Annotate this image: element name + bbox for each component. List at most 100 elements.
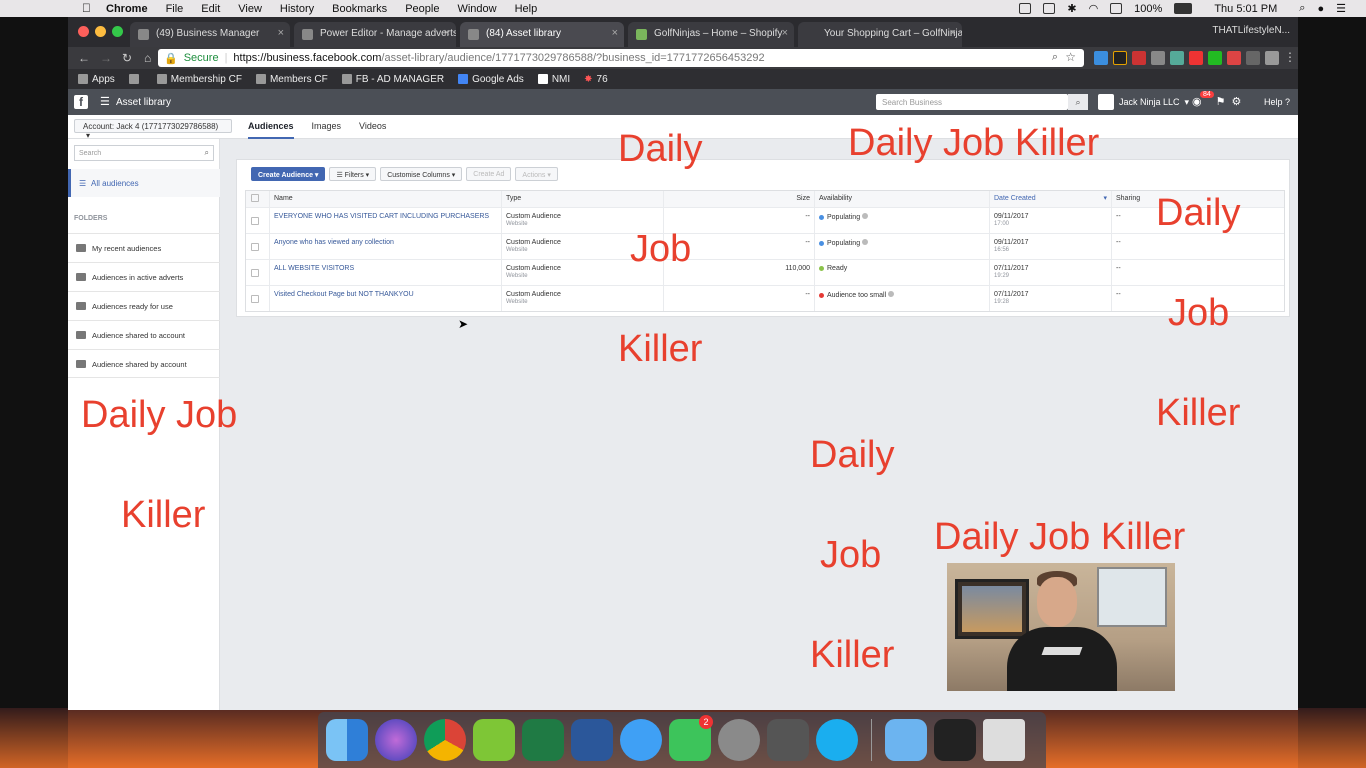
folder-recent-audiences[interactable]: My recent audiences xyxy=(68,233,220,262)
trash-icon[interactable] xyxy=(983,719,1025,761)
create-audience-button[interactable]: Create Audience ▾ xyxy=(251,167,326,181)
spotlight-icon[interactable]: ⌕ xyxy=(1299,2,1305,15)
help-link[interactable]: Help ? xyxy=(1264,97,1290,107)
audience-name-link[interactable]: ALL WEBSITE VISITORS xyxy=(274,265,354,272)
camtasia-icon[interactable] xyxy=(473,719,515,761)
extension-icon[interactable] xyxy=(1246,51,1260,65)
chrome-icon[interactable] xyxy=(424,719,466,761)
folder-ready-for-use[interactable]: Audiences ready for use xyxy=(68,291,220,320)
minimize-window-button[interactable] xyxy=(95,26,106,37)
tab-audiences[interactable]: Audiences xyxy=(248,121,294,139)
menu-edit[interactable]: Edit xyxy=(201,3,220,15)
close-icon[interactable]: × xyxy=(782,27,788,39)
menu-view[interactable]: View xyxy=(238,3,262,15)
globe-icon[interactable]: ◉ 84 xyxy=(1192,91,1214,108)
tab-images[interactable]: Images xyxy=(312,121,342,139)
account-switcher[interactable]: Jack Ninja LLC ▾ xyxy=(1098,94,1189,110)
bookmark-76[interactable]: ✸ 76 xyxy=(584,74,608,85)
reload-icon[interactable]: ↻ xyxy=(122,51,134,65)
word-icon[interactable] xyxy=(571,719,613,761)
extension-icon[interactable] xyxy=(1094,51,1108,65)
extension-icon[interactable] xyxy=(1113,51,1127,65)
bookmark-members-cf[interactable]: Members CF xyxy=(255,74,328,85)
menu-file[interactable]: File xyxy=(166,3,184,15)
star-icon[interactable]: ☆ xyxy=(1065,50,1076,64)
bookmark-folder[interactable] xyxy=(128,73,143,85)
system-preferences-icon[interactable] xyxy=(718,719,760,761)
siri-icon[interactable] xyxy=(375,719,417,761)
siri-icon[interactable]: ● xyxy=(1317,3,1324,15)
tab-shopping-cart[interactable]: Your Shopping Cart – GolfNinjas × xyxy=(798,22,962,47)
bookmark-fb-ad-manager[interactable]: FB - AD MANAGER xyxy=(341,74,444,85)
url-input[interactable]: 🔒 Secure | https://business.facebook.com… xyxy=(158,49,1084,67)
back-icon[interactable]: ← xyxy=(78,51,90,65)
airplay-icon[interactable] xyxy=(1110,3,1123,14)
close-icon[interactable]: × xyxy=(950,27,956,39)
bluetooth-icon[interactable]: ✱ xyxy=(1067,2,1076,15)
audience-name-link[interactable]: EVERYONE WHO HAS VISITED CART INCLUDING … xyxy=(274,213,489,220)
row-checkbox[interactable] xyxy=(251,295,259,303)
actions-button[interactable]: Actions ▾ xyxy=(515,167,558,181)
bookmark-apps[interactable]: Apps xyxy=(78,74,115,85)
flag-icon[interactable]: ⚑ xyxy=(1216,95,1226,108)
wifi-icon[interactable]: ◠ xyxy=(1089,2,1099,15)
facebook-logo-icon[interactable]: f xyxy=(74,95,88,109)
folder-shared-to-account[interactable]: Audience shared to account xyxy=(68,320,220,349)
create-ad-button[interactable]: Create Ad xyxy=(466,167,512,181)
close-window-button[interactable] xyxy=(78,26,89,37)
maximize-window-button[interactable] xyxy=(112,26,123,37)
clock[interactable]: Thu 5:01 PM xyxy=(1214,3,1277,15)
row-checkbox[interactable] xyxy=(251,217,259,225)
tab-shopify[interactable]: GolfNinjas – Home – Shopify × xyxy=(628,22,794,47)
extension-icon[interactable] xyxy=(1132,51,1146,65)
profile-name[interactable]: THATLifestyleN... xyxy=(1212,25,1290,36)
menu-window[interactable]: Window xyxy=(457,3,496,15)
camera-icon[interactable] xyxy=(1043,3,1056,14)
menu-app[interactable]: Chrome xyxy=(106,3,148,15)
finder-icon[interactable] xyxy=(326,719,368,761)
extension-icon[interactable] xyxy=(1189,51,1203,65)
audience-name-link[interactable]: Visited Checkout Page but NOT THANKYOU xyxy=(274,291,414,298)
tab-videos[interactable]: Videos xyxy=(359,121,386,139)
tab-power-editor[interactable]: Power Editor - Manage adverts × xyxy=(294,22,456,47)
search-icon[interactable]: ⌕ xyxy=(1068,94,1088,110)
screenshot-icon[interactable] xyxy=(767,719,809,761)
col-name[interactable]: Name xyxy=(270,191,502,207)
info-icon[interactable] xyxy=(888,291,895,297)
menu-history[interactable]: History xyxy=(280,3,314,15)
extension-icon[interactable] xyxy=(1265,51,1279,65)
bookmark-membership-cf[interactable]: Membership CF xyxy=(156,74,242,85)
messages-icon[interactable] xyxy=(620,719,662,761)
row-checkbox[interactable] xyxy=(251,269,259,277)
sidebar-search-input[interactable]: Search ⌕ xyxy=(74,145,214,161)
info-icon[interactable] xyxy=(862,239,869,245)
sidebar-item-all-audiences[interactable]: ☰ All audiences xyxy=(68,169,220,197)
extension-icon[interactable] xyxy=(1151,51,1165,65)
bookmark-google-ads[interactable]: Google Ads xyxy=(458,74,524,85)
extension-icon[interactable] xyxy=(1170,51,1184,65)
folder-icon[interactable] xyxy=(885,719,927,761)
extension-icon[interactable] xyxy=(1227,51,1241,65)
tab-asset-library[interactable]: (84) Asset library × xyxy=(460,22,624,47)
ad-account-select[interactable]: Account: Jack 4 (1771773029786588) ▾ xyxy=(74,119,232,140)
gear-icon[interactable]: ⚙ xyxy=(1231,95,1241,108)
col-size[interactable]: Size xyxy=(664,191,815,207)
apple-icon[interactable]:  xyxy=(82,1,91,15)
col-date-created[interactable]: Date Created ▾ xyxy=(990,191,1112,207)
info-icon[interactable] xyxy=(862,213,869,219)
chrome-menu-icon[interactable]: ⋮ xyxy=(1284,51,1298,65)
col-availability[interactable]: Availability xyxy=(815,191,990,207)
menu-bookmarks[interactable]: Bookmarks xyxy=(332,3,387,15)
folder-active-adverts[interactable]: Audiences in active adverts xyxy=(68,262,220,291)
col-type[interactable]: Type xyxy=(502,191,664,207)
row-checkbox[interactable] xyxy=(251,243,259,251)
close-icon[interactable]: × xyxy=(612,27,618,39)
audience-name-link[interactable]: Anyone who has viewed any collection xyxy=(274,239,394,246)
menu-people[interactable]: People xyxy=(405,3,439,15)
close-icon[interactable]: × xyxy=(278,27,284,39)
filters-button[interactable]: ☰ Filters ▾ xyxy=(329,167,377,181)
search-icon[interactable]: ⌕ xyxy=(1052,51,1058,64)
skype-icon[interactable] xyxy=(816,719,858,761)
extension-icon[interactable] xyxy=(1208,51,1222,65)
cast-icon[interactable] xyxy=(1019,3,1032,14)
